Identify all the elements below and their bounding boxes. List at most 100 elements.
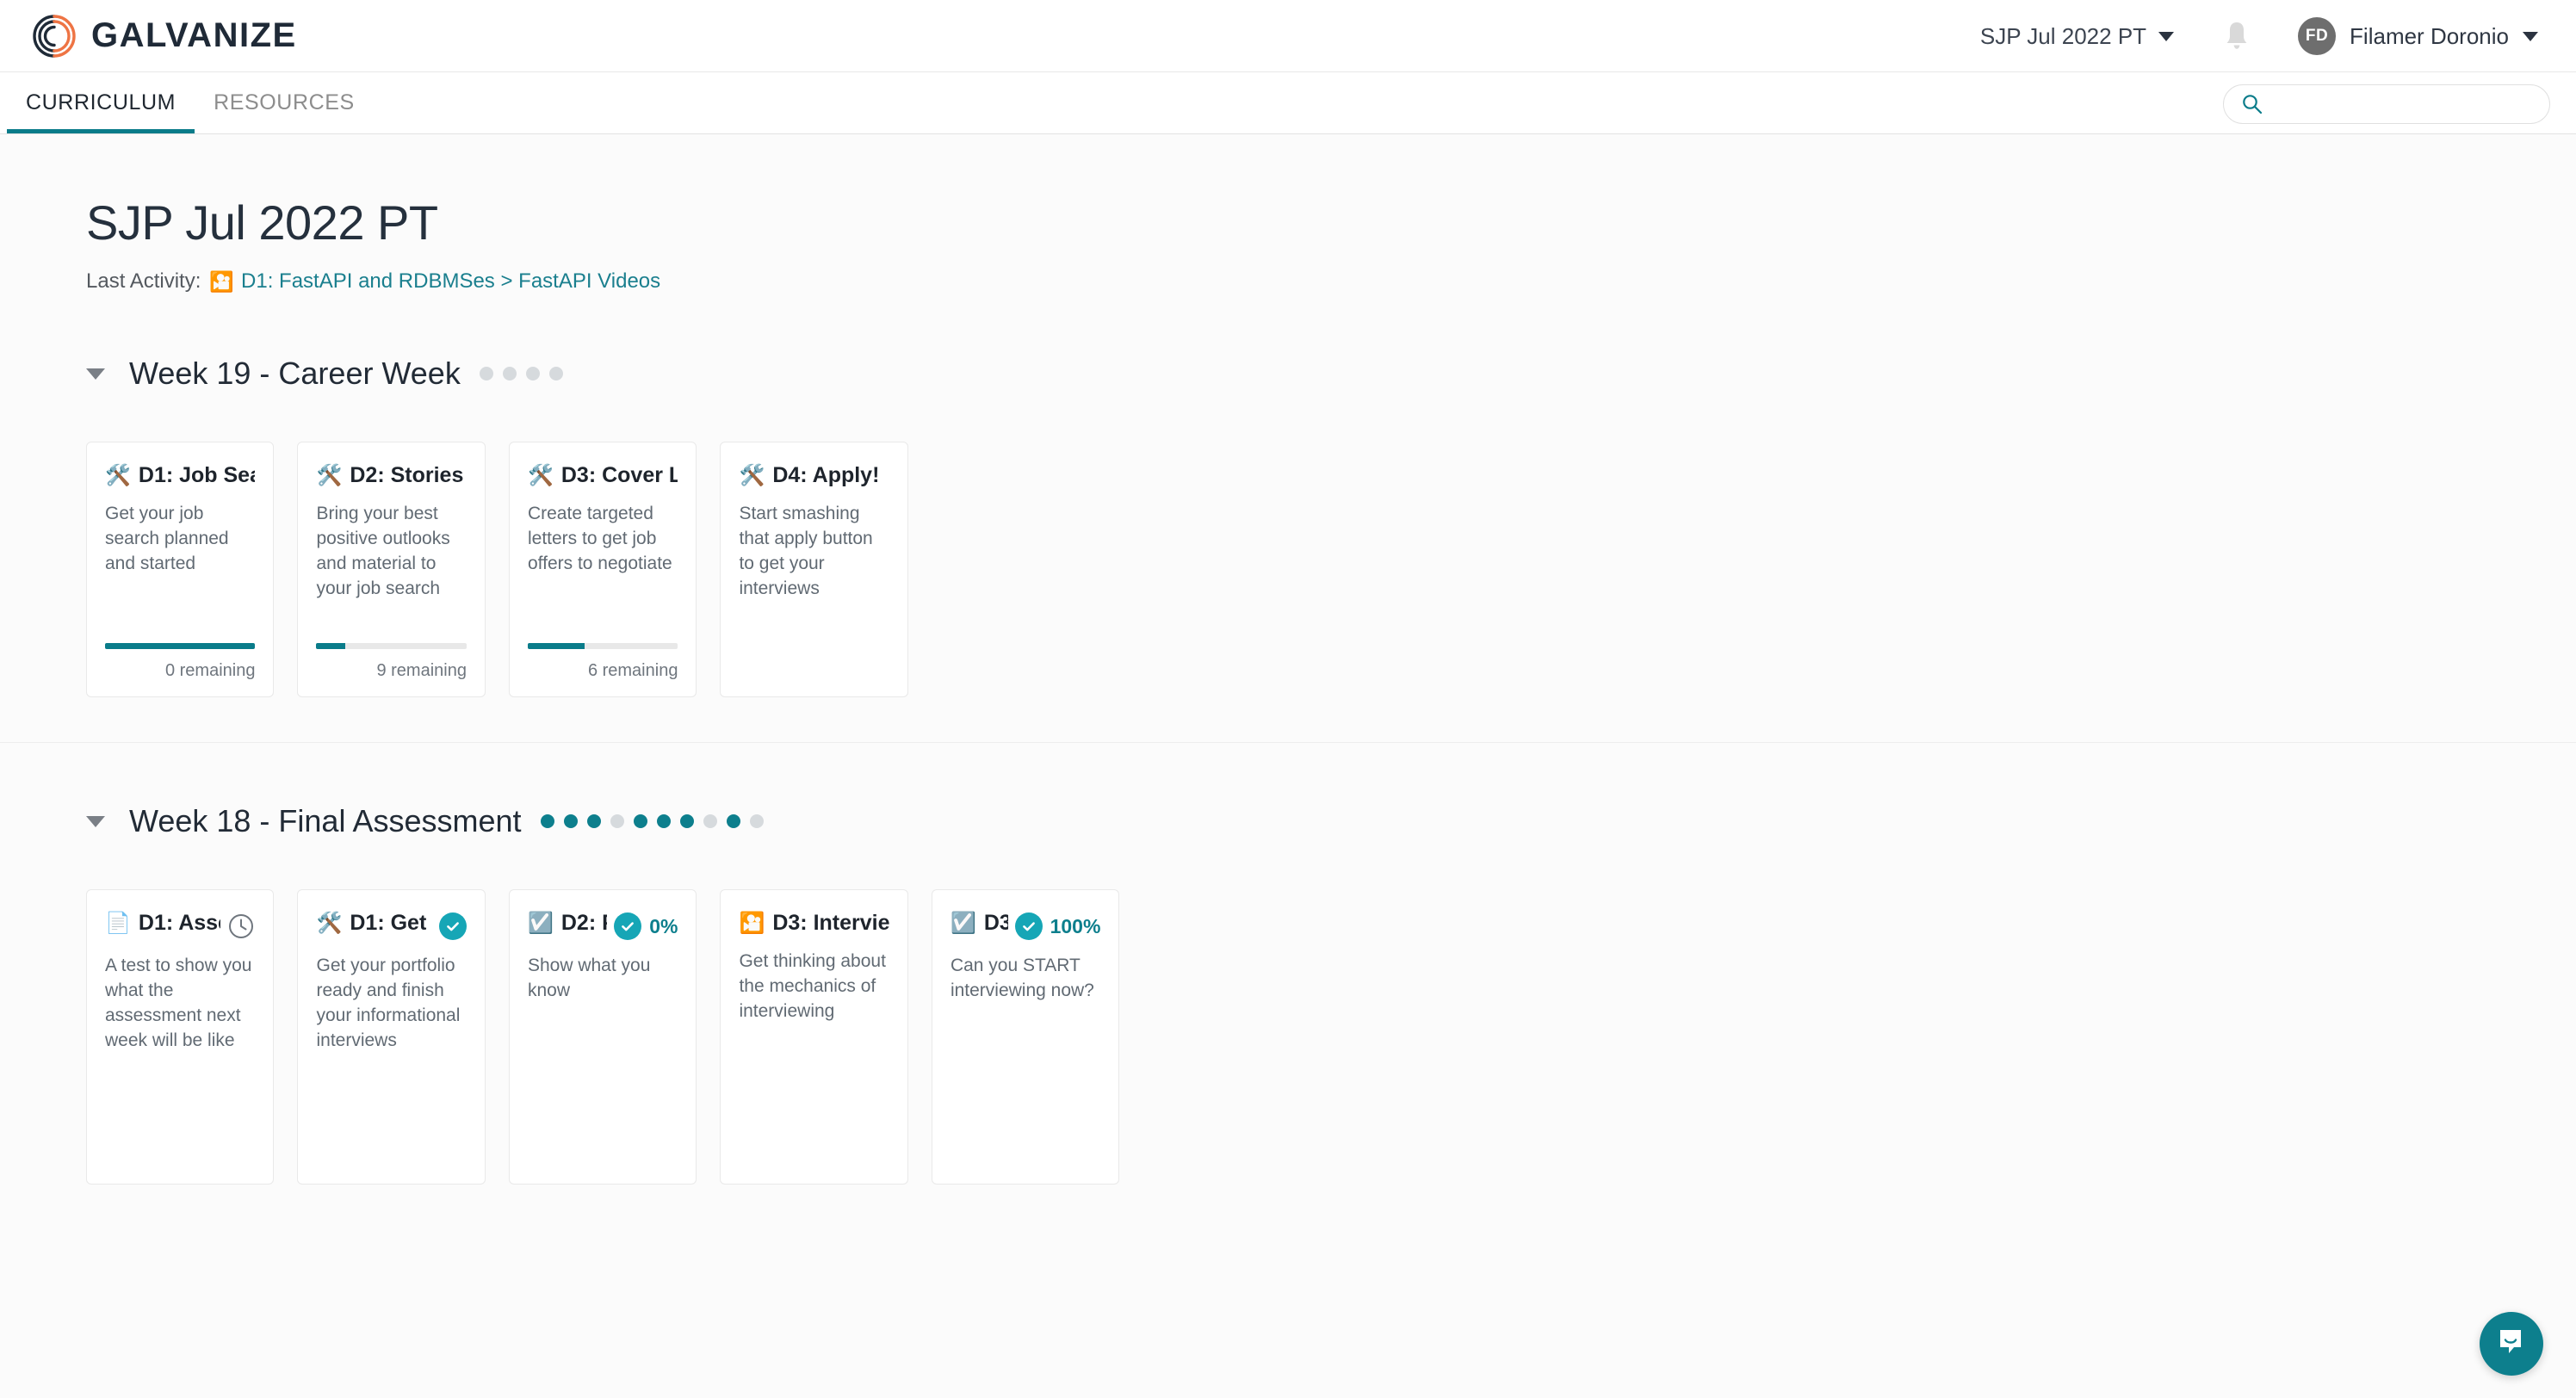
card-header: 🛠️ D4: Apply!: [739, 463, 889, 488]
progress-dot: [563, 814, 578, 828]
progress-dot: [633, 814, 647, 828]
card-spacer: [739, 602, 889, 681]
card-title-text: D3: Interview strategy: [772, 911, 889, 935]
search-box[interactable]: [2223, 84, 2550, 124]
card-title: 🛠️ D1: Job Search & Intervie...: [105, 463, 255, 488]
card-progress: 6 remaining: [527, 643, 678, 681]
cohort-selector[interactable]: SJP Jul 2022 PT: [1979, 22, 2175, 50]
card-w18-d1-assessment[interactable]: 📄 D1: Assessment A test to show you what…: [86, 889, 275, 1185]
remaining-label: 0 remaining: [164, 661, 256, 680]
card-header: 🛠️ D3: Cover Letters & Nego...: [528, 463, 678, 488]
checkbox-icon: ☑️: [527, 911, 554, 935]
card-w19-d3[interactable]: 🛠️ D3: Cover Letters & Nego... Create ta…: [508, 442, 697, 697]
check-circle-icon: [1014, 912, 1043, 940]
card-status-badge: [227, 911, 255, 940]
remaining-label: 9 remaining: [376, 661, 467, 680]
card-title: 🛠️ D4: Apply!: [739, 463, 879, 488]
card-w19-d2[interactable]: 🛠️ D2: Stories & Objections Bring your b…: [297, 442, 486, 697]
search-icon: [2241, 93, 2263, 115]
card-header: ☑️ D3: Knowledge C... 100%: [951, 911, 1100, 940]
clock-icon: [227, 912, 255, 940]
tools-icon: 🛠️: [105, 463, 131, 487]
top-header: GALVANIZE SJP Jul 2022 PT FD Filamer Dor…: [0, 0, 2576, 72]
card-w19-d1[interactable]: 🛠️ D1: Job Search & Intervie... Get your…: [86, 442, 275, 697]
user-menu[interactable]: FD Filamer Doronio: [2298, 17, 2538, 55]
card-w19-d4[interactable]: 🛠️ D4: Apply! Start smashing that apply …: [720, 442, 908, 697]
completion-percent: 0%: [649, 914, 678, 937]
progress-dot: [610, 814, 624, 828]
card-title: ☑️ D2: Practice Probl...: [528, 911, 607, 936]
video-camera-icon: 🎦: [209, 269, 235, 293]
tab-bar: CURRICULUM RESOURCES: [0, 72, 2576, 134]
checkbox-icon: ☑️: [950, 911, 976, 935]
progress-track: [527, 643, 678, 649]
tools-icon: 🛠️: [527, 463, 554, 487]
card-title-text: D1: Assessment: [138, 911, 221, 935]
card-w18-d3-knowledge-check[interactable]: ☑️ D3: Knowledge C... 100% Can you START…: [931, 889, 1120, 1185]
bell-icon[interactable]: [2222, 20, 2251, 53]
week-19-title: Week 19 - Career Week: [129, 356, 461, 391]
page-header: SJP Jul 2022 PT Last Activity: 🎦 D1: Fas…: [0, 134, 2576, 294]
chevron-down-icon[interactable]: [86, 815, 105, 827]
last-activity-label: Last Activity:: [86, 269, 201, 293]
card-progress: 9 remaining: [316, 643, 467, 681]
card-title: ☑️ D3: Knowledge C...: [951, 911, 1008, 936]
card-title: 🛠️ D1: Get Ready For Th...: [316, 911, 431, 936]
progress-fill: [316, 643, 345, 649]
brand-name: GALVANIZE: [91, 16, 297, 54]
chat-bubble-icon: [2494, 1325, 2529, 1364]
page-title: SJP Jul 2022 PT: [86, 195, 438, 250]
last-activity-link[interactable]: D1: FastAPI and RDBMSes > FastAPI Videos: [241, 269, 660, 294]
card-status-badge: 100%: [1014, 911, 1100, 940]
card-spacer: [528, 1004, 678, 1168]
card-description: Get thinking about the mechanics of inte…: [739, 950, 886, 1021]
progress-dot: [502, 367, 517, 380]
tab-curriculum-label: CURRICULUM: [26, 90, 176, 114]
intercom-chat-button[interactable]: [2480, 1312, 2543, 1376]
last-activity: Last Activity: 🎦 D1: FastAPI and RDBMSes…: [86, 269, 2576, 294]
week-18-header: Week 18 - Final Assessment: [0, 803, 2576, 839]
progress-dot: [548, 367, 563, 380]
progress-dot: [749, 814, 764, 828]
remaining-label: 6 remaining: [587, 661, 678, 680]
week-19-header: Week 19 - Career Week: [0, 356, 2576, 392]
card-header: 📄 D1: Assessment: [105, 911, 255, 940]
check-circle-icon: [614, 912, 642, 940]
cohort-selector-label: SJP Jul 2022 PT: [1979, 22, 2147, 49]
check-circle-icon: [438, 912, 467, 940]
card-spacer: [951, 1004, 1100, 1168]
card-title-text: D3: Knowledge C...: [983, 911, 1008, 935]
card-header: ☑️ D2: Practice Probl... 0%: [528, 911, 678, 940]
user-name-label: Filamer Doronio: [2350, 22, 2509, 49]
card-description: Show what you know: [527, 956, 651, 1000]
card-w18-d2-practice[interactable]: ☑️ D2: Practice Probl... 0% Show what yo…: [508, 889, 697, 1185]
progress-fill: [105, 643, 256, 649]
week-18-card-grid: 📄 D1: Assessment A test to show you what…: [0, 839, 2576, 1185]
search-input[interactable]: [2274, 94, 2532, 114]
card-description: Can you START interviewing now?: [950, 956, 1094, 1000]
card-w18-d1-get-ready[interactable]: 🛠️ D1: Get Ready For Th... Get your port…: [297, 889, 486, 1185]
card-header: 🎦 D3: Interview strategy: [739, 911, 889, 936]
tab-curriculum[interactable]: CURRICULUM: [7, 72, 195, 133]
card-header: 🛠️ D2: Stories & Objections: [316, 463, 466, 488]
video-camera-icon: 🎦: [739, 911, 765, 935]
tab-resources-label: RESOURCES: [214, 90, 355, 114]
header-right-cluster: SJP Jul 2022 PT FD Filamer Doronio: [1980, 0, 2538, 72]
week-19-progress-dots: [479, 367, 563, 380]
card-title: 📄 D1: Assessment: [105, 911, 220, 936]
tab-resources[interactable]: RESOURCES: [195, 72, 374, 133]
avatar: FD: [2298, 17, 2337, 55]
chevron-down-icon[interactable]: [86, 368, 105, 380]
card-title-text: D2: Stories & Objections: [350, 463, 467, 487]
card-w18-d3-interview-strategy[interactable]: 🎦 D3: Interview strategy Get thinking ab…: [720, 889, 908, 1185]
progress-dot: [656, 814, 671, 828]
card-status-badge: 0%: [614, 911, 678, 940]
card-spacer: [105, 1054, 255, 1168]
progress-fill: [527, 643, 585, 649]
section-week-18: Week 18 - Final Assessment 📄 D1: Ass A t…: [0, 742, 2576, 1193]
section-week-19: Week 19 - Career Week 🛠️ D1: Job Search …: [0, 294, 2576, 706]
brand-logo[interactable]: GALVANIZE: [31, 13, 297, 59]
progress-dot: [525, 367, 540, 380]
card-spacer: [316, 1054, 466, 1168]
progress-dot: [726, 814, 740, 828]
